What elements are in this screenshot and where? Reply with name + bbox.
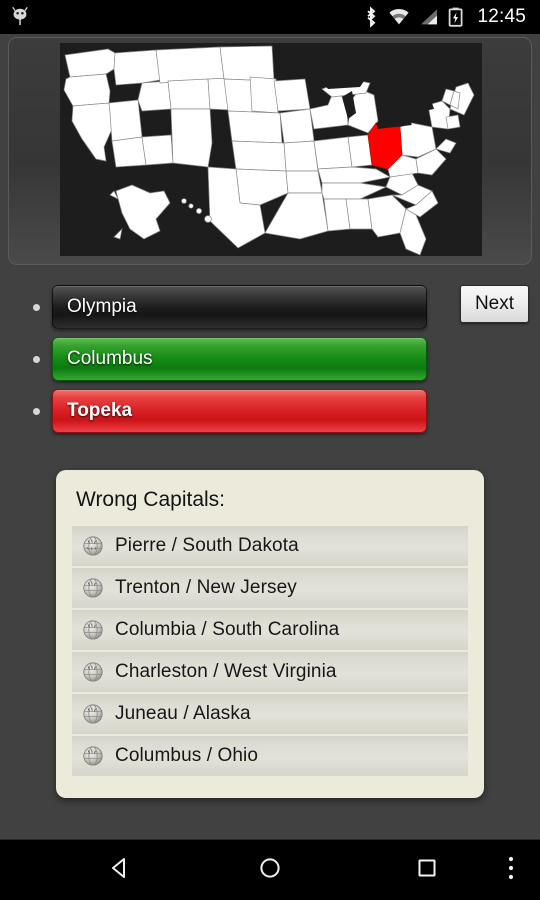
answer-option-topeka[interactable]: Topeka — [52, 389, 427, 433]
list-item[interactable]: Pierre / South Dakota — [72, 526, 468, 568]
state-ar — [285, 170, 323, 194]
status-bar-system-icons: 12:45 — [363, 6, 526, 28]
list-item-label: Pierre / South Dakota — [115, 535, 299, 556]
state-ne — [227, 110, 283, 144]
bullet-marker — [20, 407, 52, 415]
android-robot-icon — [10, 6, 30, 28]
recents-icon — [414, 855, 440, 886]
wrong-capitals-panel: Wrong Capitals: Pierre / South Dakota Tr… — [56, 470, 484, 798]
list-item-label: Charleston / West Virginia — [115, 661, 337, 682]
app-root: 12:45 Olympia Next Columbus Topeka Wrong… — [0, 0, 540, 900]
state-ks — [231, 140, 287, 172]
answer-row: Columbus — [0, 333, 540, 385]
wikipedia-globe-icon — [82, 577, 104, 599]
hi-3 — [196, 208, 202, 214]
answer-option-columbus[interactable]: Columbus — [52, 337, 427, 381]
back-button[interactable] — [75, 840, 165, 900]
status-bar: 12:45 — [0, 0, 540, 34]
bullet-marker — [20, 355, 52, 363]
bluetooth-icon — [363, 6, 379, 28]
next-button-label: Next — [474, 293, 515, 314]
state-mn — [273, 78, 311, 112]
bullet-dot-icon — [32, 407, 40, 415]
overflow-menu-icon — [507, 853, 515, 888]
hi-2 — [188, 203, 194, 209]
us-map-svg — [60, 43, 482, 256]
list-item-label: Columbia / South Carolina — [115, 619, 340, 640]
state-ia — [279, 108, 315, 144]
wikipedia-globe-icon — [82, 703, 104, 725]
home-button[interactable] — [225, 840, 315, 900]
us-states-map — [60, 43, 482, 256]
state-nm-w — [141, 134, 174, 166]
wifi-icon — [388, 6, 410, 28]
state-nv — [108, 99, 143, 142]
list-item[interactable]: Trenton / New Jersey — [72, 568, 468, 610]
answer-row: Topeka — [0, 385, 540, 437]
list-item-label: Juneau / Alaska — [115, 703, 251, 724]
overflow-menu-button[interactable] — [482, 840, 540, 900]
hi-1 — [181, 198, 187, 204]
state-mt — [155, 46, 225, 84]
answer-choices: Olympia Next Columbus Topeka — [0, 281, 540, 437]
list-item[interactable]: Juneau / Alaska — [72, 694, 468, 736]
answer-option-label: Olympia — [67, 296, 137, 317]
answer-option-label: Columbus — [67, 348, 153, 369]
bullet-dot-icon — [32, 355, 40, 363]
bullet-dot-icon — [32, 303, 40, 311]
status-bar-clock: 12:45 — [477, 6, 526, 27]
wikipedia-globe-icon — [82, 619, 104, 641]
hi-4 — [204, 215, 212, 223]
list-item[interactable]: Columbia / South Carolina — [72, 610, 468, 652]
state-id — [113, 49, 161, 86]
state-il — [313, 136, 353, 170]
wrong-capitals-title: Wrong Capitals: — [76, 488, 226, 511]
state-nd — [219, 45, 275, 82]
list-item-label: Trenton / New Jersey — [115, 577, 297, 598]
wrong-capitals-list: Pierre / South Dakota Trenton / New Jers… — [72, 526, 468, 776]
wikipedia-globe-icon — [82, 661, 104, 683]
recents-button[interactable] — [382, 840, 472, 900]
state-az — [111, 136, 147, 168]
state-or — [63, 73, 111, 107]
list-item-label: Columbus / Ohio — [115, 745, 259, 766]
state-ma — [445, 114, 461, 130]
state-al — [345, 198, 373, 230]
cellular-signal-icon — [419, 6, 439, 28]
status-bar-notifications — [10, 6, 30, 28]
home-icon — [257, 855, 283, 886]
answer-option-label: Topeka — [67, 400, 133, 421]
back-icon — [107, 855, 133, 886]
list-item[interactable]: Charleston / West Virginia — [72, 652, 468, 694]
list-item[interactable]: Columbus / Ohio — [72, 736, 468, 776]
answer-row: Olympia Next — [0, 281, 540, 333]
state-ne-w — [249, 76, 279, 114]
map-card — [8, 37, 532, 265]
state-ut — [137, 80, 172, 112]
state-nm — [170, 108, 213, 168]
state-mo — [283, 140, 319, 172]
state-wy — [167, 78, 211, 110]
wikipedia-globe-icon — [82, 535, 104, 557]
bullet-marker — [20, 303, 52, 311]
wikipedia-globe-icon — [82, 745, 104, 767]
battery-charging-icon — [448, 6, 463, 28]
navigation-bar — [0, 839, 540, 900]
state-ms — [323, 198, 351, 232]
next-button[interactable]: Next — [460, 285, 529, 323]
answer-option-olympia[interactable]: Olympia — [52, 285, 427, 329]
